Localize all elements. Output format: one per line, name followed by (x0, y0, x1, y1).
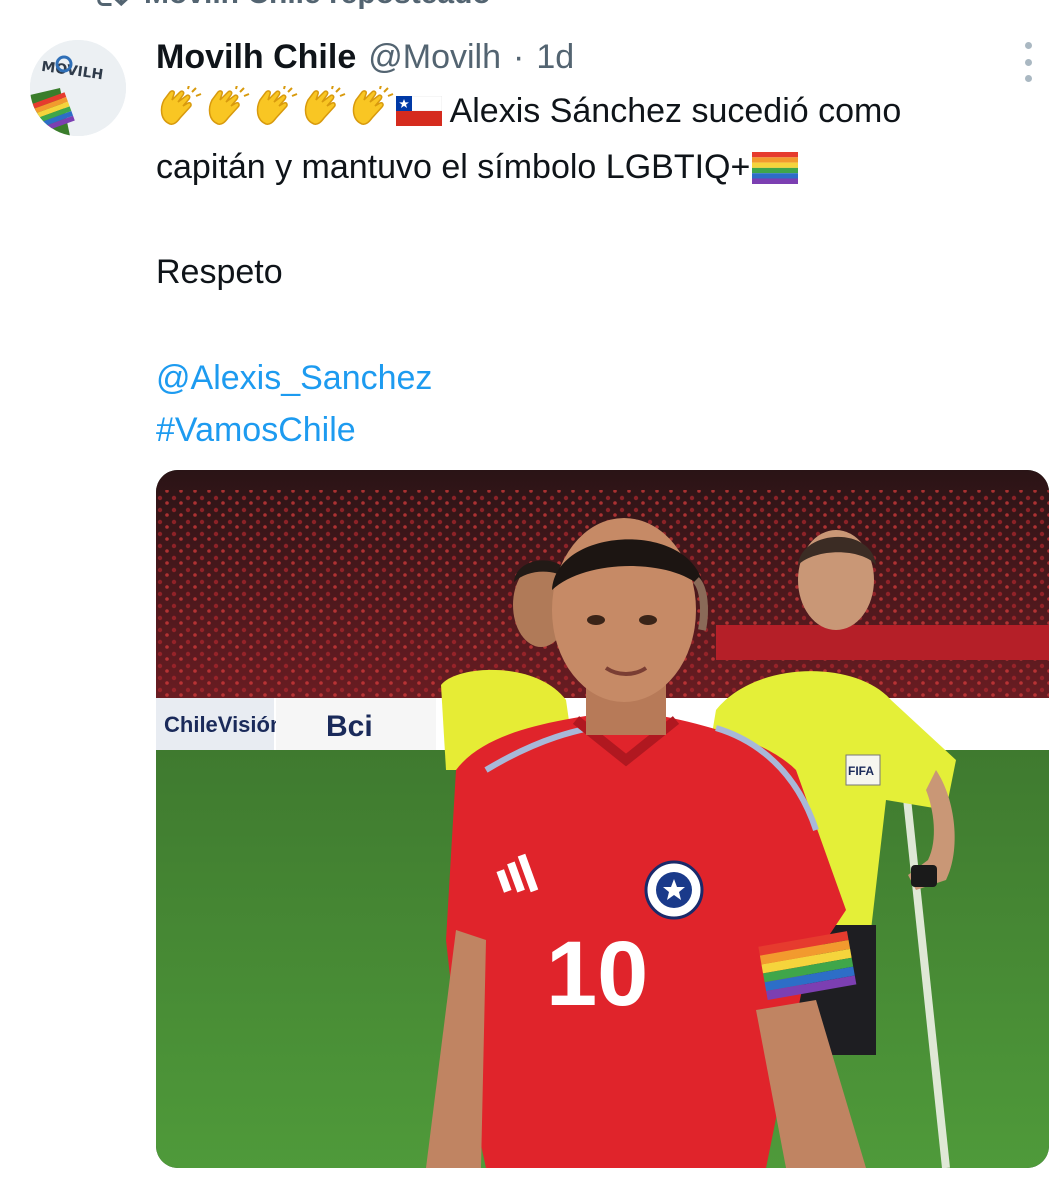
tweet-text-line-2: capitán y mantuvo el símbolo LGBTIQ+ (156, 148, 751, 186)
avatar[interactable]: MOVILH (30, 40, 126, 136)
mention-link[interactable]: @Alexis_Sanchez (156, 352, 1036, 404)
clapping-hands-icon (348, 84, 396, 142)
tweet-line-2: capitán y mantuvo el símbolo LGBTIQ+ (156, 142, 1036, 192)
clapping-hands-icon (252, 84, 300, 142)
ad-chilevision: ChileVisión (164, 712, 283, 737)
tweet-text: Alexis Sánchez sucedió como capitán y ma… (156, 84, 1036, 456)
separator-dot: · (513, 38, 525, 76)
more-options-icon[interactable] (1016, 42, 1040, 82)
avatar-image: MOVILH (30, 40, 126, 136)
chile-flag-icon (396, 96, 442, 126)
tweet-line-3: Respeto (156, 253, 283, 291)
jersey-number: 10 (546, 923, 648, 1025)
author-handle[interactable]: @Movilh (368, 38, 501, 77)
tweet-media-photo[interactable]: ChileVisión Bci FIFA 10 (156, 470, 1049, 1168)
timestamp[interactable]: 1d (536, 38, 574, 77)
tweet-line-1: Alexis Sánchez sucedió como (156, 84, 1036, 142)
photo-illustration: ChileVisión Bci FIFA 10 (156, 470, 1049, 1168)
hashtag-link[interactable]: #VamosChile (156, 404, 1036, 456)
rainbow-flag-icon (752, 152, 799, 184)
clapping-hands-icon (204, 84, 252, 142)
clapping-hands-icon (300, 84, 348, 142)
tweet-text-line-1: Alexis Sánchez sucedió como (449, 92, 902, 130)
ad-bci: Bci (326, 710, 373, 743)
referee-badge: FIFA (848, 764, 874, 778)
tweet-header: Movilh Chile @Movilh · 1d (156, 38, 574, 82)
clapping-hands-icon (156, 84, 204, 142)
repost-bar[interactable]: Movilh Chile reposteado (92, 0, 491, 14)
author-name[interactable]: Movilh Chile (156, 38, 356, 77)
repost-icon (97, 0, 128, 7)
repost-label: Movilh Chile reposteado (144, 0, 491, 11)
